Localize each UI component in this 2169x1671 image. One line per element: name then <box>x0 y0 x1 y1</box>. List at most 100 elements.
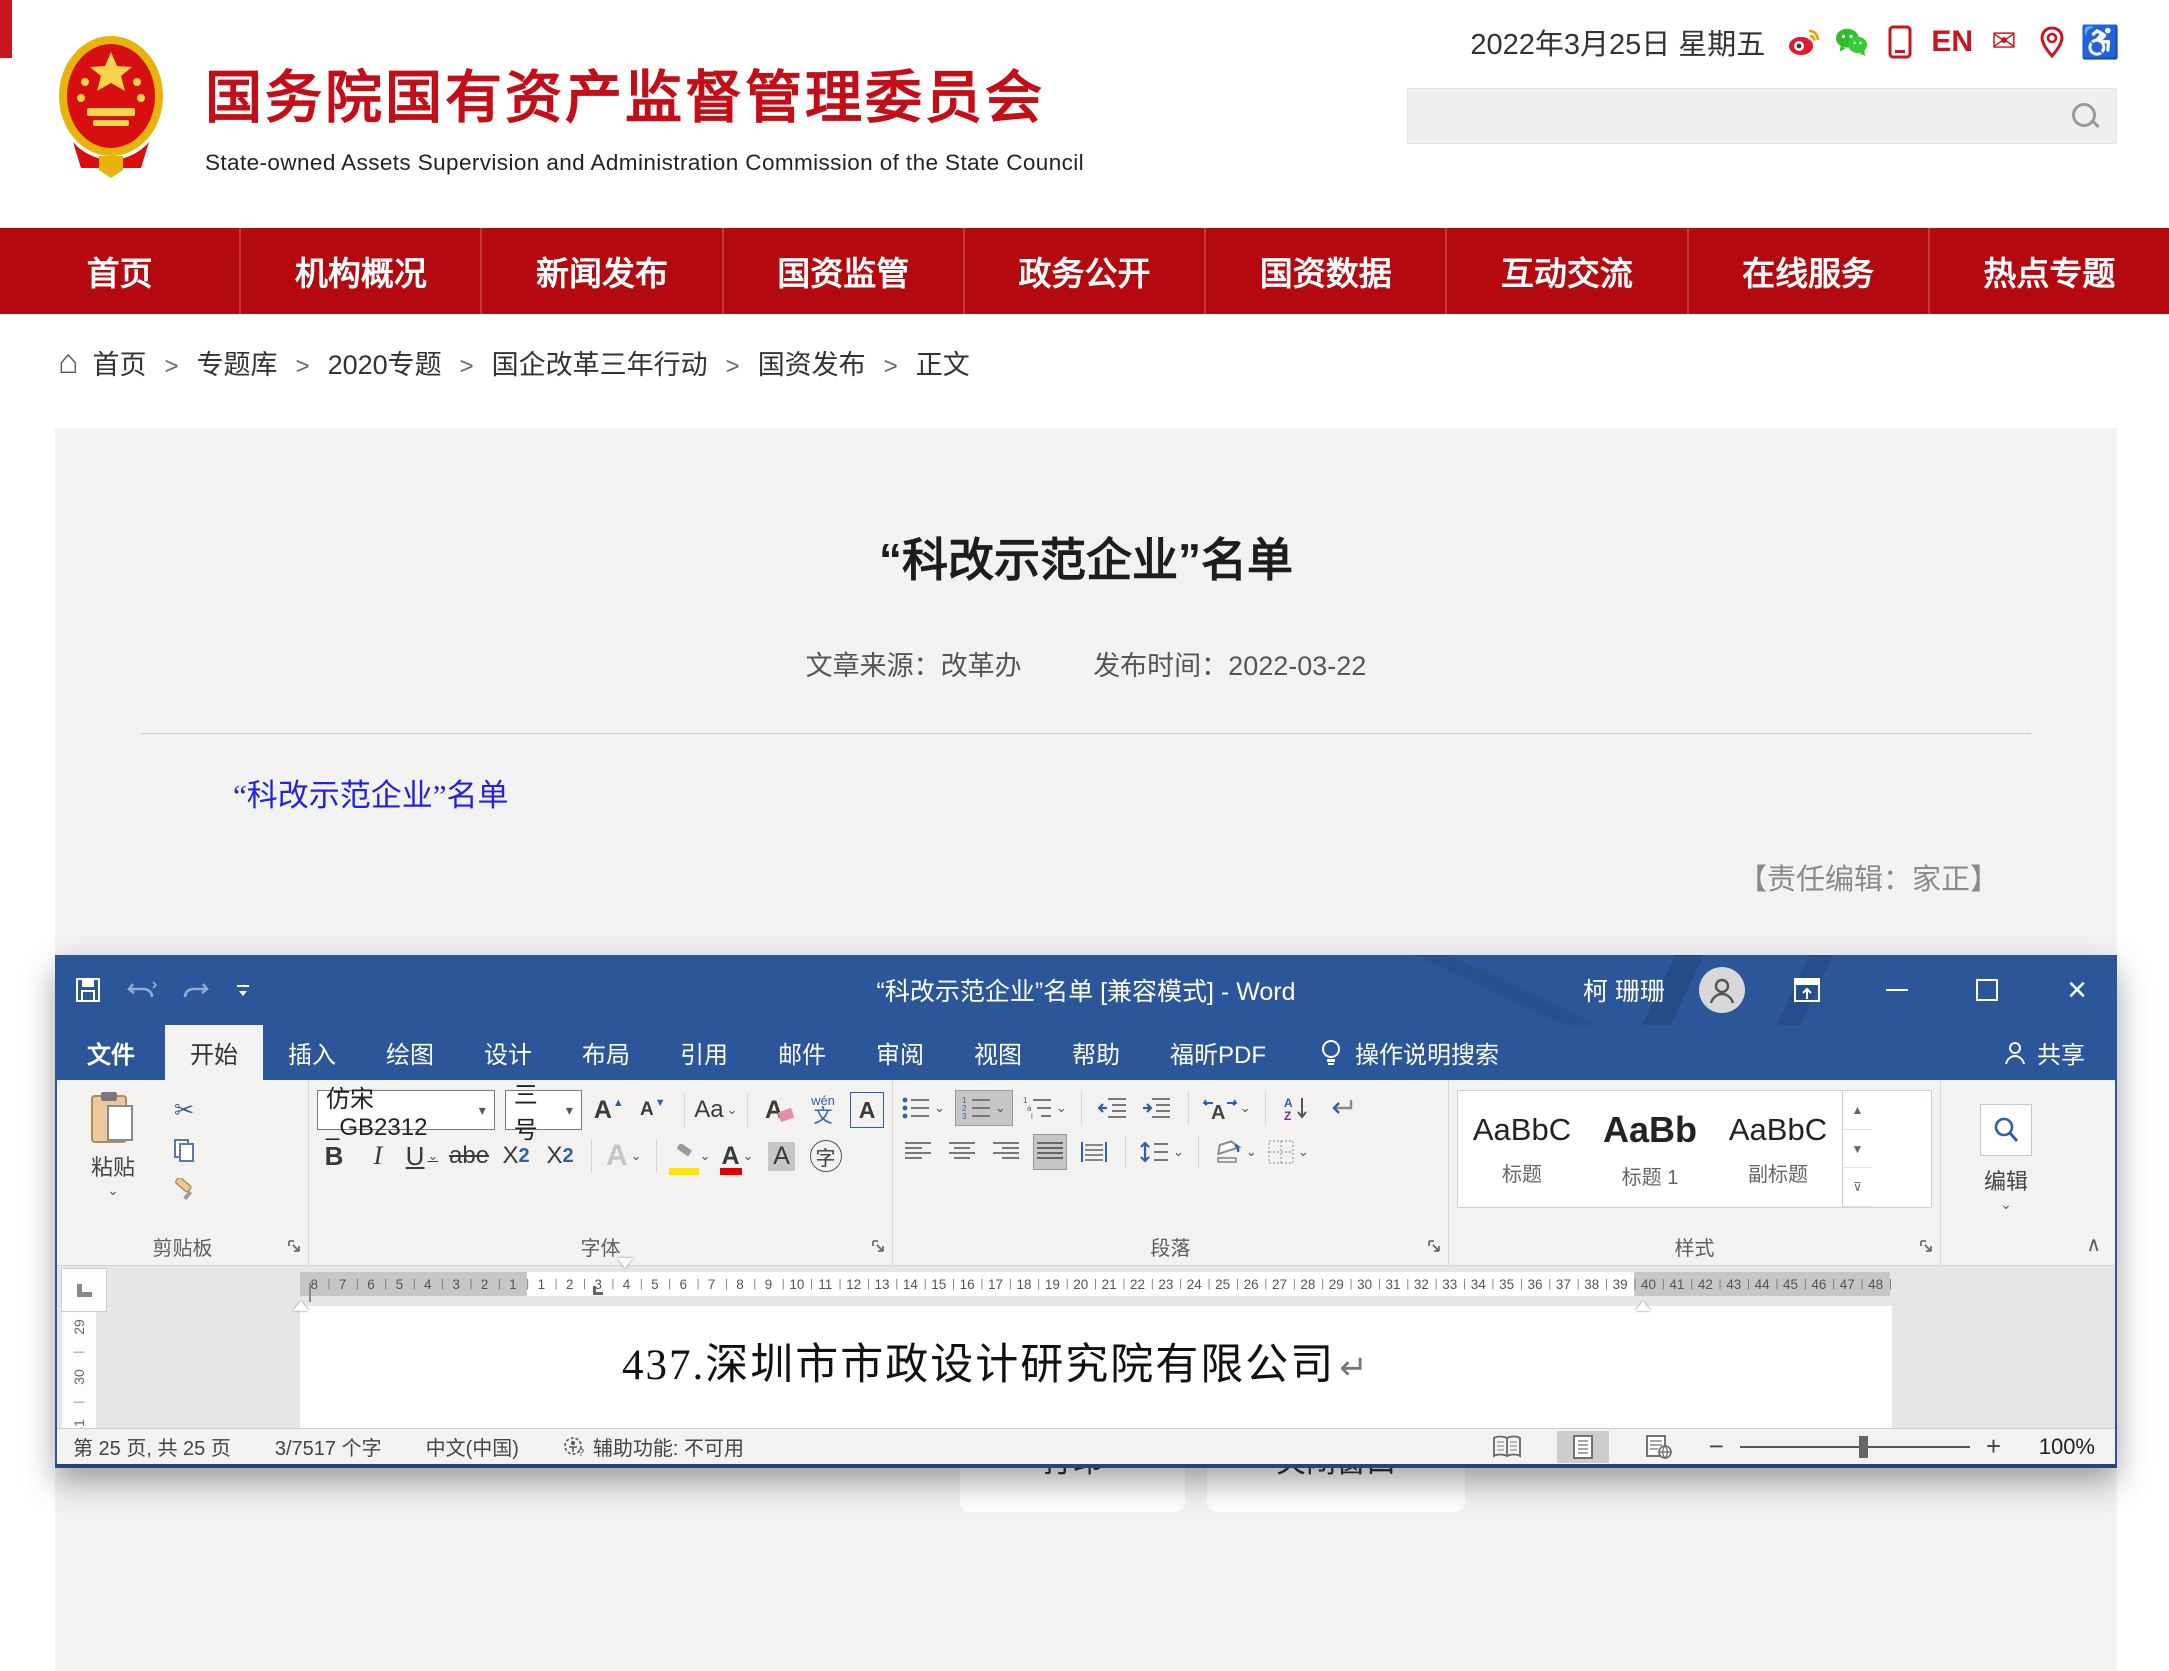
align-center-icon[interactable] <box>945 1134 979 1170</box>
edit-button[interactable]: 编辑 ⌄ <box>1949 1090 2063 1213</box>
tab-10[interactable]: 帮助 <box>1047 1025 1145 1080</box>
increase-indent-icon[interactable] <box>1140 1090 1174 1126</box>
font-dialog-launcher-icon[interactable] <box>871 1239 885 1258</box>
tab-6[interactable]: 引用 <box>655 1025 753 1080</box>
tab-selector[interactable] <box>61 1268 107 1312</box>
multilevel-list-icon[interactable]: 1ai ⌄ <box>1023 1090 1067 1126</box>
grow-font-icon[interactable]: A▲ <box>592 1092 626 1128</box>
minimize-button[interactable] <box>1869 955 1925 1025</box>
italic-button[interactable]: I <box>361 1138 395 1174</box>
style-card[interactable]: AaBbC标题 <box>1458 1091 1586 1207</box>
zoom-slider[interactable] <box>1740 1446 1970 1448</box>
tell-me-search[interactable]: 操作说明搜索 <box>1319 1025 1499 1080</box>
borders-icon[interactable]: ⌄ <box>1267 1134 1309 1170</box>
underline-button[interactable]: U⌄ <box>405 1138 439 1174</box>
zoom-slider-thumb[interactable] <box>1859 1436 1868 1458</box>
word-count[interactable]: 3/7517 个字 <box>275 1432 382 1461</box>
share-button[interactable]: 共享 <box>2003 1025 2085 1080</box>
tab-3[interactable]: 绘图 <box>361 1025 459 1080</box>
undo-icon[interactable] <box>127 978 157 1002</box>
nav-item[interactable]: 热点专题 <box>1930 228 2169 314</box>
web-layout-icon[interactable] <box>1633 1431 1685 1463</box>
language-indicator[interactable]: 中文(中国) <box>426 1432 519 1461</box>
zoom-out-button[interactable]: − <box>1709 1431 1724 1462</box>
read-mode-icon[interactable] <box>1481 1431 1533 1463</box>
font-size-select[interactable]: 三号▾ <box>505 1090 582 1130</box>
tab-2[interactable]: 插入 <box>263 1025 361 1080</box>
align-right-icon[interactable] <box>989 1134 1023 1170</box>
document-text[interactable]: 437.深圳市市政设计研究院有限公司↵ <box>622 1330 1370 1392</box>
distribute-icon[interactable] <box>1077 1134 1111 1170</box>
paste-button[interactable]: 粘贴 ⌄ <box>65 1090 161 1233</box>
accessibility-status[interactable]: ? 辅助功能: 不可用 <box>563 1432 744 1461</box>
nav-item[interactable]: 国资数据 <box>1206 228 1447 314</box>
highlight-color-icon[interactable]: ⌄ <box>671 1138 711 1174</box>
horizontal-ruler[interactable]: 87654321 1234567891011121314151617181920… <box>300 1272 1890 1296</box>
tab-9[interactable]: 视图 <box>949 1025 1047 1080</box>
print-layout-icon[interactable] <box>1557 1431 1609 1463</box>
nav-item[interactable]: 首页 <box>0 228 241 314</box>
wechat-icon[interactable] <box>1835 25 1869 59</box>
change-case-icon[interactable]: Aa⌄ <box>699 1092 734 1128</box>
language-toggle[interactable]: EN <box>1931 25 1973 59</box>
first-line-indent-marker[interactable] <box>617 1268 633 1286</box>
clear-formatting-icon[interactable]: A <box>762 1092 796 1128</box>
mail-icon[interactable]: ✉ <box>1987 25 2021 59</box>
home-icon[interactable]: ⌂ <box>58 343 79 382</box>
avatar[interactable] <box>1699 967 1745 1013</box>
tab-8[interactable]: 审阅 <box>851 1025 949 1080</box>
format-painter-icon[interactable] <box>167 1172 201 1208</box>
numbered-list-icon[interactable]: 123 ⌄ <box>955 1090 1013 1126</box>
cut-icon[interactable]: ✂ <box>167 1092 201 1128</box>
site-search-input[interactable] <box>1407 88 2117 144</box>
tab-11[interactable]: 福昕PDF <box>1145 1025 1291 1080</box>
save-icon[interactable] <box>75 977 101 1003</box>
styles-more-icon[interactable]: ⊽ <box>1843 1168 1872 1207</box>
decrease-indent-icon[interactable] <box>1096 1090 1130 1126</box>
hanging-indent-marker[interactable] <box>293 1284 311 1302</box>
user-name[interactable]: 柯 珊珊 <box>1583 972 1665 1008</box>
breadcrumb-item[interactable]: 专题库 <box>197 350 278 380</box>
zoom-in-button[interactable]: + <box>1986 1431 2001 1462</box>
text-effects-icon[interactable]: A⌄ <box>606 1138 642 1174</box>
subscript-button[interactable]: X2 <box>499 1138 533 1174</box>
tab-1[interactable]: 开始 <box>165 1025 263 1080</box>
style-card[interactable]: AaBb标题 1 <box>1586 1091 1714 1207</box>
copy-icon[interactable] <box>167 1132 201 1168</box>
font-color-icon[interactable]: A ⌄ <box>721 1138 755 1174</box>
collapse-ribbon-icon[interactable]: ∧ <box>2086 1232 2101 1257</box>
location-icon[interactable] <box>2035 25 2069 59</box>
tab-stop-marker[interactable] <box>593 1286 603 1295</box>
character-border-icon[interactable]: A <box>850 1092 884 1128</box>
enclose-characters-icon[interactable]: 字 <box>809 1138 843 1174</box>
nav-item[interactable]: 新闻发布 <box>482 228 723 314</box>
breadcrumb-item[interactable]: 国资发布 <box>758 350 866 380</box>
accessibility-icon[interactable]: ♿ <box>2083 25 2117 59</box>
redo-icon[interactable] <box>183 978 209 1002</box>
paragraph-dialog-launcher-icon[interactable] <box>1427 1239 1441 1258</box>
strikethrough-button[interactable]: abe <box>449 1138 489 1174</box>
nav-item[interactable]: 国资监管 <box>724 228 965 314</box>
tab-4[interactable]: 设计 <box>459 1025 557 1080</box>
styles-dialog-launcher-icon[interactable] <box>1919 1239 1933 1258</box>
superscript-button[interactable]: X2 <box>543 1138 577 1174</box>
search-icon[interactable] <box>2070 101 2100 131</box>
styles-scroll-down-icon[interactable]: ▼ <box>1843 1130 1872 1169</box>
shading-icon[interactable]: ⌄ <box>1213 1134 1257 1170</box>
shrink-font-icon[interactable]: A▼ <box>636 1092 670 1128</box>
page-indicator[interactable]: 第 25 页, 共 25 页 <box>73 1432 231 1461</box>
breadcrumb-item[interactable]: 首页 <box>93 350 147 380</box>
nav-item[interactable]: 互动交流 <box>1447 228 1688 314</box>
weibo-icon[interactable] <box>1787 25 1821 59</box>
nav-item[interactable]: 在线服务 <box>1689 228 1930 314</box>
styles-scroll-up-icon[interactable]: ▲ <box>1843 1091 1872 1130</box>
show-paragraph-marks-icon[interactable] <box>1324 1090 1358 1126</box>
vertical-ruler[interactable]: 29— 30— 31 <box>62 1310 96 1432</box>
line-spacing-icon[interactable]: ⌄ <box>1140 1134 1184 1170</box>
maximize-button[interactable] <box>1959 955 2015 1025</box>
nav-item[interactable]: 政务公开 <box>965 228 1206 314</box>
attachment-link[interactable]: “科改示范企业”名单 <box>233 770 509 815</box>
qat-customize-icon[interactable] <box>235 982 251 998</box>
clipboard-dialog-launcher-icon[interactable] <box>287 1239 301 1258</box>
character-shading-icon[interactable]: A <box>765 1138 799 1174</box>
